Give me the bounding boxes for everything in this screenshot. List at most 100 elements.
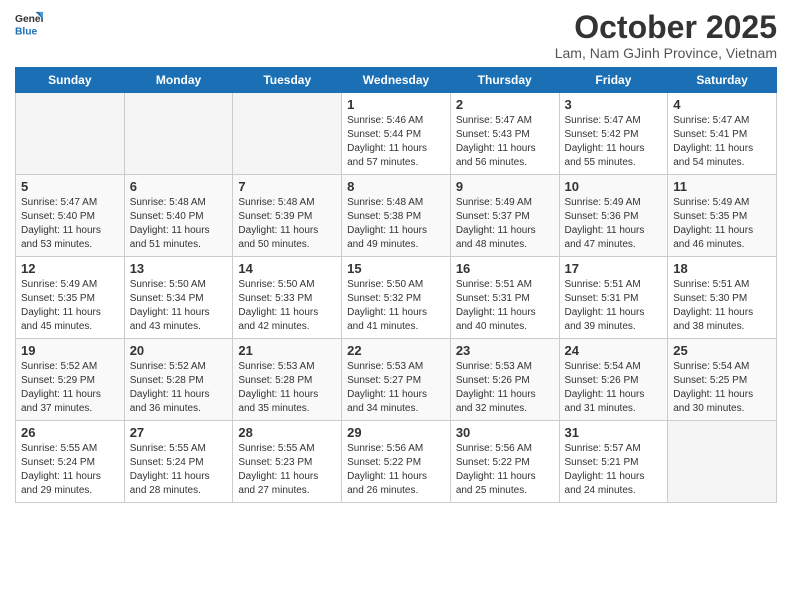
day-info: Sunrise: 5:54 AMSunset: 5:25 PMDaylight:… [673, 360, 771, 416]
day-number: 26 [21, 425, 119, 440]
calendar-day-27: 27Sunrise: 5:55 AMSunset: 5:24 PMDayligh… [124, 421, 233, 503]
day-info: Sunrise: 5:52 AMSunset: 5:29 PMDaylight:… [21, 360, 119, 416]
calendar-day-5: 5 Sunrise: 5:47 AMSunset: 5:40 PMDaylight… [16, 175, 125, 257]
calendar-day-29: 29 Sunrise: 5:56 AMSunset: 5:22 PMDayligh… [342, 421, 451, 503]
calendar-day-15: 15 Sunrise: 5:50 AMSunset: 5:32 PMDayligh… [342, 257, 451, 339]
day-number: 28 [238, 425, 336, 440]
day-info: Sunrise: 5:46 AMSunset: 5:44 PMDaylight:… [347, 114, 445, 170]
day-number: 25 [673, 343, 771, 358]
location-subtitle: Lam, Nam GJinh Province, Vietnam [555, 45, 777, 61]
day-number: 9 [456, 179, 554, 194]
calendar-empty-cell [668, 421, 777, 503]
day-number: 11 [673, 179, 771, 194]
day-info: Sunrise: 5:50 AMSunset: 5:32 PMDaylight:… [347, 278, 445, 334]
calendar-day-4: 4 Sunrise: 5:47 AMSunset: 5:41 PMDaylight… [668, 93, 777, 175]
day-number: 21 [238, 343, 336, 358]
day-number: 15 [347, 261, 445, 276]
title-area: October 2025 Lam, Nam GJinh Province, Vi… [555, 10, 777, 61]
day-info: Sunrise: 5:48 AMSunset: 5:40 PMDaylight:… [130, 196, 228, 252]
calendar-day-2: 2 Sunrise: 5:47 AMSunset: 5:43 PMDaylight… [450, 93, 559, 175]
day-number: 4 [673, 97, 771, 112]
day-number: 30 [456, 425, 554, 440]
calendar-empty-cell [124, 93, 233, 175]
calendar-day-7: 7 Sunrise: 5:48 AMSunset: 5:39 PMDaylight… [233, 175, 342, 257]
calendar-day-6: 6Sunrise: 5:48 AMSunset: 5:40 PMDaylight… [124, 175, 233, 257]
day-info: Sunrise: 5:57 AMSunset: 5:21 PMDaylight:… [565, 442, 663, 498]
month-title: October 2025 [555, 10, 777, 45]
logo: General Blue [15, 10, 43, 38]
day-info: Sunrise: 5:47 AMSunset: 5:41 PMDaylight:… [673, 114, 771, 170]
calendar-day-21: 21 Sunrise: 5:53 AMSunset: 5:28 PMDayligh… [233, 339, 342, 421]
calendar-day-22: 22 Sunrise: 5:53 AMSunset: 5:27 PMDayligh… [342, 339, 451, 421]
weekday-header-friday: Friday [559, 68, 668, 93]
day-number: 16 [456, 261, 554, 276]
day-info: Sunrise: 5:47 AMSunset: 5:42 PMDaylight:… [565, 114, 663, 170]
weekday-header-wednesday: Wednesday [342, 68, 451, 93]
day-info: Sunrise: 5:49 AMSunset: 5:35 PMDaylight:… [673, 196, 771, 252]
day-info: Sunrise: 5:47 AMSunset: 5:40 PMDaylight:… [21, 196, 119, 252]
day-info: Sunrise: 5:53 AMSunset: 5:27 PMDaylight:… [347, 360, 445, 416]
calendar-day-11: 11 Sunrise: 5:49 AMSunset: 5:35 PMDayligh… [668, 175, 777, 257]
calendar-empty-cell [16, 93, 125, 175]
day-info: Sunrise: 5:55 AMSunset: 5:23 PMDaylight:… [238, 442, 336, 498]
day-number: 12 [21, 261, 119, 276]
calendar-day-26: 26 Sunrise: 5:55 AMSunset: 5:24 PMDayligh… [16, 421, 125, 503]
page-header: General Blue October 2025 Lam, Nam GJinh… [15, 10, 777, 61]
day-number: 5 [21, 179, 119, 194]
calendar-day-28: 28 Sunrise: 5:55 AMSunset: 5:23 PMDayligh… [233, 421, 342, 503]
calendar-day-19: 19 Sunrise: 5:52 AMSunset: 5:29 PMDayligh… [16, 339, 125, 421]
weekday-header-thursday: Thursday [450, 68, 559, 93]
calendar-day-14: 14Sunrise: 5:50 AMSunset: 5:33 PMDayligh… [233, 257, 342, 339]
day-info: Sunrise: 5:49 AMSunset: 5:35 PMDaylight:… [21, 278, 119, 334]
day-info: Sunrise: 5:51 AMSunset: 5:31 PMDaylight:… [565, 278, 663, 334]
day-info: Sunrise: 5:56 AMSunset: 5:22 PMDaylight:… [456, 442, 554, 498]
day-info: Sunrise: 5:50 AMSunset: 5:34 PMDaylight:… [130, 278, 228, 334]
day-number: 13 [130, 261, 228, 276]
day-number: 7 [238, 179, 336, 194]
day-number: 17 [565, 261, 663, 276]
weekday-header-tuesday: Tuesday [233, 68, 342, 93]
calendar-week-row: 5 Sunrise: 5:47 AMSunset: 5:40 PMDaylight… [16, 175, 777, 257]
day-number: 8 [347, 179, 445, 194]
calendar-day-1: 1Sunrise: 5:46 AMSunset: 5:44 PMDaylight… [342, 93, 451, 175]
day-info: Sunrise: 5:53 AMSunset: 5:28 PMDaylight:… [238, 360, 336, 416]
day-info: Sunrise: 5:55 AMSunset: 5:24 PMDaylight:… [21, 442, 119, 498]
day-number: 24 [565, 343, 663, 358]
day-number: 14 [238, 261, 336, 276]
svg-text:Blue: Blue [15, 26, 38, 37]
day-number: 19 [21, 343, 119, 358]
day-number: 29 [347, 425, 445, 440]
calendar-day-23: 23 Sunrise: 5:53 AMSunset: 5:26 PMDayligh… [450, 339, 559, 421]
calendar-day-12: 12 Sunrise: 5:49 AMSunset: 5:35 PMDayligh… [16, 257, 125, 339]
weekday-header-row: SundayMondayTuesdayWednesdayThursdayFrid… [16, 68, 777, 93]
calendar-day-16: 16 Sunrise: 5:51 AMSunset: 5:31 PMDayligh… [450, 257, 559, 339]
day-info: Sunrise: 5:51 AMSunset: 5:31 PMDaylight:… [456, 278, 554, 334]
calendar-table: SundayMondayTuesdayWednesdayThursdayFrid… [15, 67, 777, 503]
day-info: Sunrise: 5:52 AMSunset: 5:28 PMDaylight:… [130, 360, 228, 416]
day-number: 23 [456, 343, 554, 358]
logo-icon: General Blue [15, 10, 43, 38]
day-info: Sunrise: 5:47 AMSunset: 5:43 PMDaylight:… [456, 114, 554, 170]
calendar-day-18: 18Sunrise: 5:51 AMSunset: 5:30 PMDayligh… [668, 257, 777, 339]
day-info: Sunrise: 5:49 AMSunset: 5:36 PMDaylight:… [565, 196, 663, 252]
day-info: Sunrise: 5:55 AMSunset: 5:24 PMDaylight:… [130, 442, 228, 498]
day-info: Sunrise: 5:56 AMSunset: 5:22 PMDaylight:… [347, 442, 445, 498]
calendar-week-row: 1Sunrise: 5:46 AMSunset: 5:44 PMDaylight… [16, 93, 777, 175]
day-info: Sunrise: 5:48 AMSunset: 5:39 PMDaylight:… [238, 196, 336, 252]
calendar-day-30: 30 Sunrise: 5:56 AMSunset: 5:22 PMDayligh… [450, 421, 559, 503]
weekday-header-sunday: Sunday [16, 68, 125, 93]
calendar-empty-cell [233, 93, 342, 175]
weekday-header-monday: Monday [124, 68, 233, 93]
calendar-day-20: 20Sunrise: 5:52 AMSunset: 5:28 PMDayligh… [124, 339, 233, 421]
day-info: Sunrise: 5:53 AMSunset: 5:26 PMDaylight:… [456, 360, 554, 416]
calendar-day-10: 10Sunrise: 5:49 AMSunset: 5:36 PMDayligh… [559, 175, 668, 257]
day-number: 31 [565, 425, 663, 440]
day-info: Sunrise: 5:54 AMSunset: 5:26 PMDaylight:… [565, 360, 663, 416]
day-info: Sunrise: 5:48 AMSunset: 5:38 PMDaylight:… [347, 196, 445, 252]
calendar-day-3: 3Sunrise: 5:47 AMSunset: 5:42 PMDaylight… [559, 93, 668, 175]
day-number: 22 [347, 343, 445, 358]
day-number: 2 [456, 97, 554, 112]
calendar-day-8: 8 Sunrise: 5:48 AMSunset: 5:38 PMDaylight… [342, 175, 451, 257]
calendar-day-9: 9Sunrise: 5:49 AMSunset: 5:37 PMDaylight… [450, 175, 559, 257]
weekday-header-saturday: Saturday [668, 68, 777, 93]
